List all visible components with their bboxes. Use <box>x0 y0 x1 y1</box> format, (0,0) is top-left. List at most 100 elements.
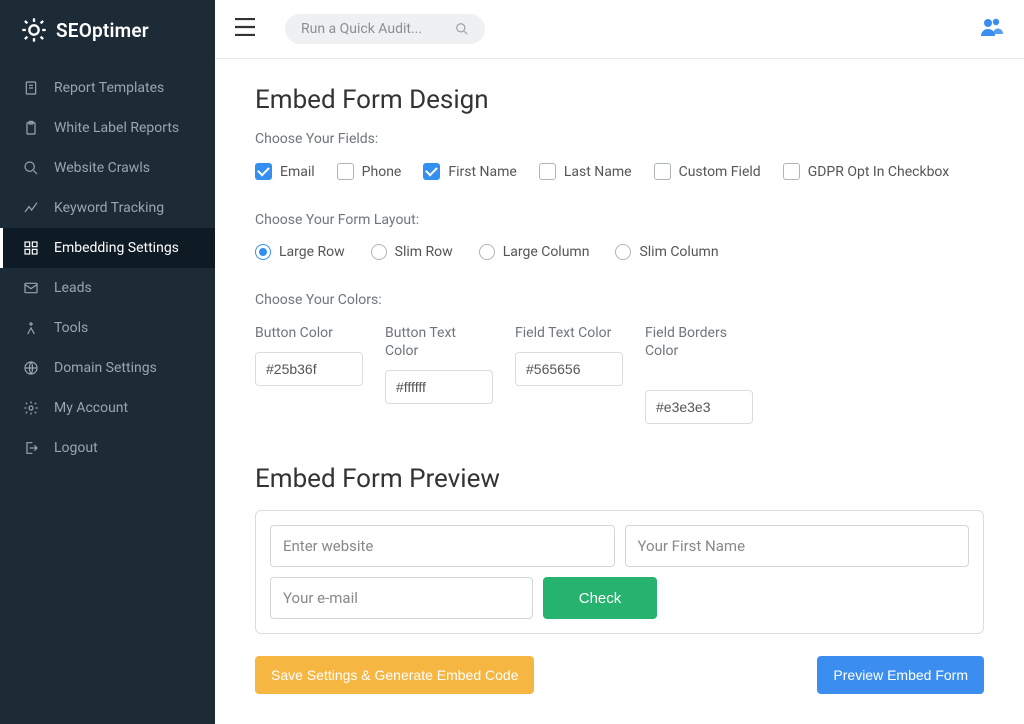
preview-box: Enter website Your First Name Your e-mai… <box>255 510 984 634</box>
search-icon <box>455 22 469 36</box>
sidebar-item-label: Domain Settings <box>54 360 157 376</box>
sidebar-item-my-account[interactable]: My Account <box>0 388 215 428</box>
radio-label: Large Column <box>503 244 590 260</box>
sidebar-item-report-templates[interactable]: Report Templates <box>0 68 215 108</box>
sidebar-item-keyword-tracking[interactable]: Keyword Tracking <box>0 188 215 228</box>
sidebar-item-label: White Label Reports <box>54 120 179 136</box>
users-icon[interactable] <box>980 17 1004 41</box>
layout-radio-slim-column[interactable]: Slim Column <box>615 244 718 260</box>
grid-icon <box>22 240 40 256</box>
sidebar-item-label: Website Crawls <box>54 160 150 176</box>
checkbox-label: Last Name <box>564 164 632 180</box>
topbar: Run a Quick Audit... <box>215 0 1024 59</box>
logo: SEOptimer <box>0 0 215 68</box>
radio-icon <box>479 244 495 260</box>
color-label: Field Text Color <box>515 324 615 342</box>
sidebar-item-label: Keyword Tracking <box>54 200 164 216</box>
checkbox-icon <box>255 163 272 180</box>
color-label: Button Color <box>255 324 355 342</box>
color-input[interactable] <box>255 352 363 386</box>
checkbox-label: GDPR Opt In Checkbox <box>808 164 950 180</box>
radio-label: Slim Row <box>395 244 453 260</box>
brand-name: SEOptimer <box>56 19 149 42</box>
layouts-row: Large Row Slim Row Large Column Slim Column <box>255 244 984 260</box>
field-checkbox-custom-field[interactable]: Custom Field <box>654 163 761 180</box>
layout-radio-large-column[interactable]: Large Column <box>479 244 590 260</box>
fields-row: Email Phone First Name Last Name Custom Fiel… <box>255 163 984 180</box>
radio-icon <box>371 244 387 260</box>
sidebar-item-embedding-settings[interactable]: Embedding Settings <box>0 228 215 268</box>
field-checkbox-phone[interactable]: Phone <box>337 163 402 180</box>
field-checkbox-first-name[interactable]: First Name <box>423 163 516 180</box>
color-field-1: Button Text Color <box>385 324 493 424</box>
check-button[interactable]: Check <box>543 577 657 619</box>
layout-radio-slim-row[interactable]: Slim Row <box>371 244 453 260</box>
design-title: Embed Form Design <box>255 85 984 115</box>
color-field-3: Field Borders Color <box>645 324 753 424</box>
clipboard-icon <box>22 120 40 136</box>
checkbox-icon <box>423 163 440 180</box>
sidebar-nav: Report Templates White Label Reports Websi… <box>0 68 215 468</box>
globe-icon <box>22 360 40 376</box>
sidebar-item-tools[interactable]: Tools <box>0 308 215 348</box>
fields-label: Choose Your Fields: <box>255 131 984 147</box>
checkbox-icon <box>783 163 800 180</box>
checkbox-label: First Name <box>448 164 516 180</box>
firstname-input[interactable]: Your First Name <box>625 525 970 567</box>
mail-icon <box>22 280 40 296</box>
sidebar-item-logout[interactable]: Logout <box>0 428 215 468</box>
color-field-2: Field Text Color <box>515 324 623 424</box>
email-input[interactable]: Your e-mail <box>270 577 533 619</box>
search-icon <box>22 160 40 176</box>
colors-row: Button Color Button Text Color Field Text … <box>255 324 984 424</box>
website-input[interactable]: Enter website <box>270 525 615 567</box>
color-input[interactable] <box>515 352 623 386</box>
content: Embed Form Design Choose Your Fields: Em… <box>215 59 1024 724</box>
layout-label: Choose Your Form Layout: <box>255 212 984 228</box>
radio-icon <box>255 244 271 260</box>
actions-row: Save Settings & Generate Embed Code Prev… <box>255 656 984 694</box>
sidebar-item-label: Logout <box>54 440 98 456</box>
checkbox-label: Phone <box>362 164 402 180</box>
search-input[interactable]: Run a Quick Audit... <box>285 14 485 44</box>
logo-icon <box>20 16 48 44</box>
field-checkbox-email[interactable]: Email <box>255 163 315 180</box>
search-placeholder: Run a Quick Audit... <box>301 21 455 37</box>
color-label: Button Text Color <box>385 324 485 360</box>
hamburger-icon[interactable] <box>235 18 255 40</box>
sidebar-item-leads[interactable]: Leads <box>0 268 215 308</box>
sidebar-item-label: My Account <box>54 400 128 416</box>
colors-label: Choose Your Colors: <box>255 292 984 308</box>
sidebar-item-label: Report Templates <box>54 80 164 96</box>
color-input[interactable] <box>645 390 753 424</box>
preview-button[interactable]: Preview Embed Form <box>817 656 984 694</box>
checkbox-label: Custom Field <box>679 164 761 180</box>
sidebar-item-label: Leads <box>54 280 92 296</box>
radio-icon <box>615 244 631 260</box>
radio-label: Large Row <box>279 244 345 260</box>
color-input[interactable] <box>385 370 493 404</box>
radio-label: Slim Column <box>639 244 718 260</box>
sidebar-item-label: Embedding Settings <box>54 240 179 256</box>
graph-icon <box>22 200 40 216</box>
save-button[interactable]: Save Settings & Generate Embed Code <box>255 656 534 694</box>
field-checkbox-gdpr-opt-in-checkbox[interactable]: GDPR Opt In Checkbox <box>783 163 950 180</box>
main: Run a Quick Audit... Embed Form Design C… <box>215 0 1024 724</box>
sidebar: SEOptimer Report Templates White Label Re… <box>0 0 215 724</box>
file-icon <box>22 80 40 96</box>
preview-title: Embed Form Preview <box>255 464 984 494</box>
gear-icon <box>22 400 40 416</box>
color-field-0: Button Color <box>255 324 363 424</box>
checkbox-icon <box>337 163 354 180</box>
sidebar-item-domain-settings[interactable]: Domain Settings <box>0 348 215 388</box>
sidebar-item-label: Tools <box>54 320 88 336</box>
logout-icon <box>22 440 40 456</box>
checkbox-icon <box>654 163 671 180</box>
color-label: Field Borders Color <box>645 324 745 360</box>
layout-radio-large-row[interactable]: Large Row <box>255 244 345 260</box>
checkbox-icon <box>539 163 556 180</box>
sidebar-item-white-label-reports[interactable]: White Label Reports <box>0 108 215 148</box>
checkbox-label: Email <box>280 164 315 180</box>
sidebar-item-website-crawls[interactable]: Website Crawls <box>0 148 215 188</box>
field-checkbox-last-name[interactable]: Last Name <box>539 163 632 180</box>
